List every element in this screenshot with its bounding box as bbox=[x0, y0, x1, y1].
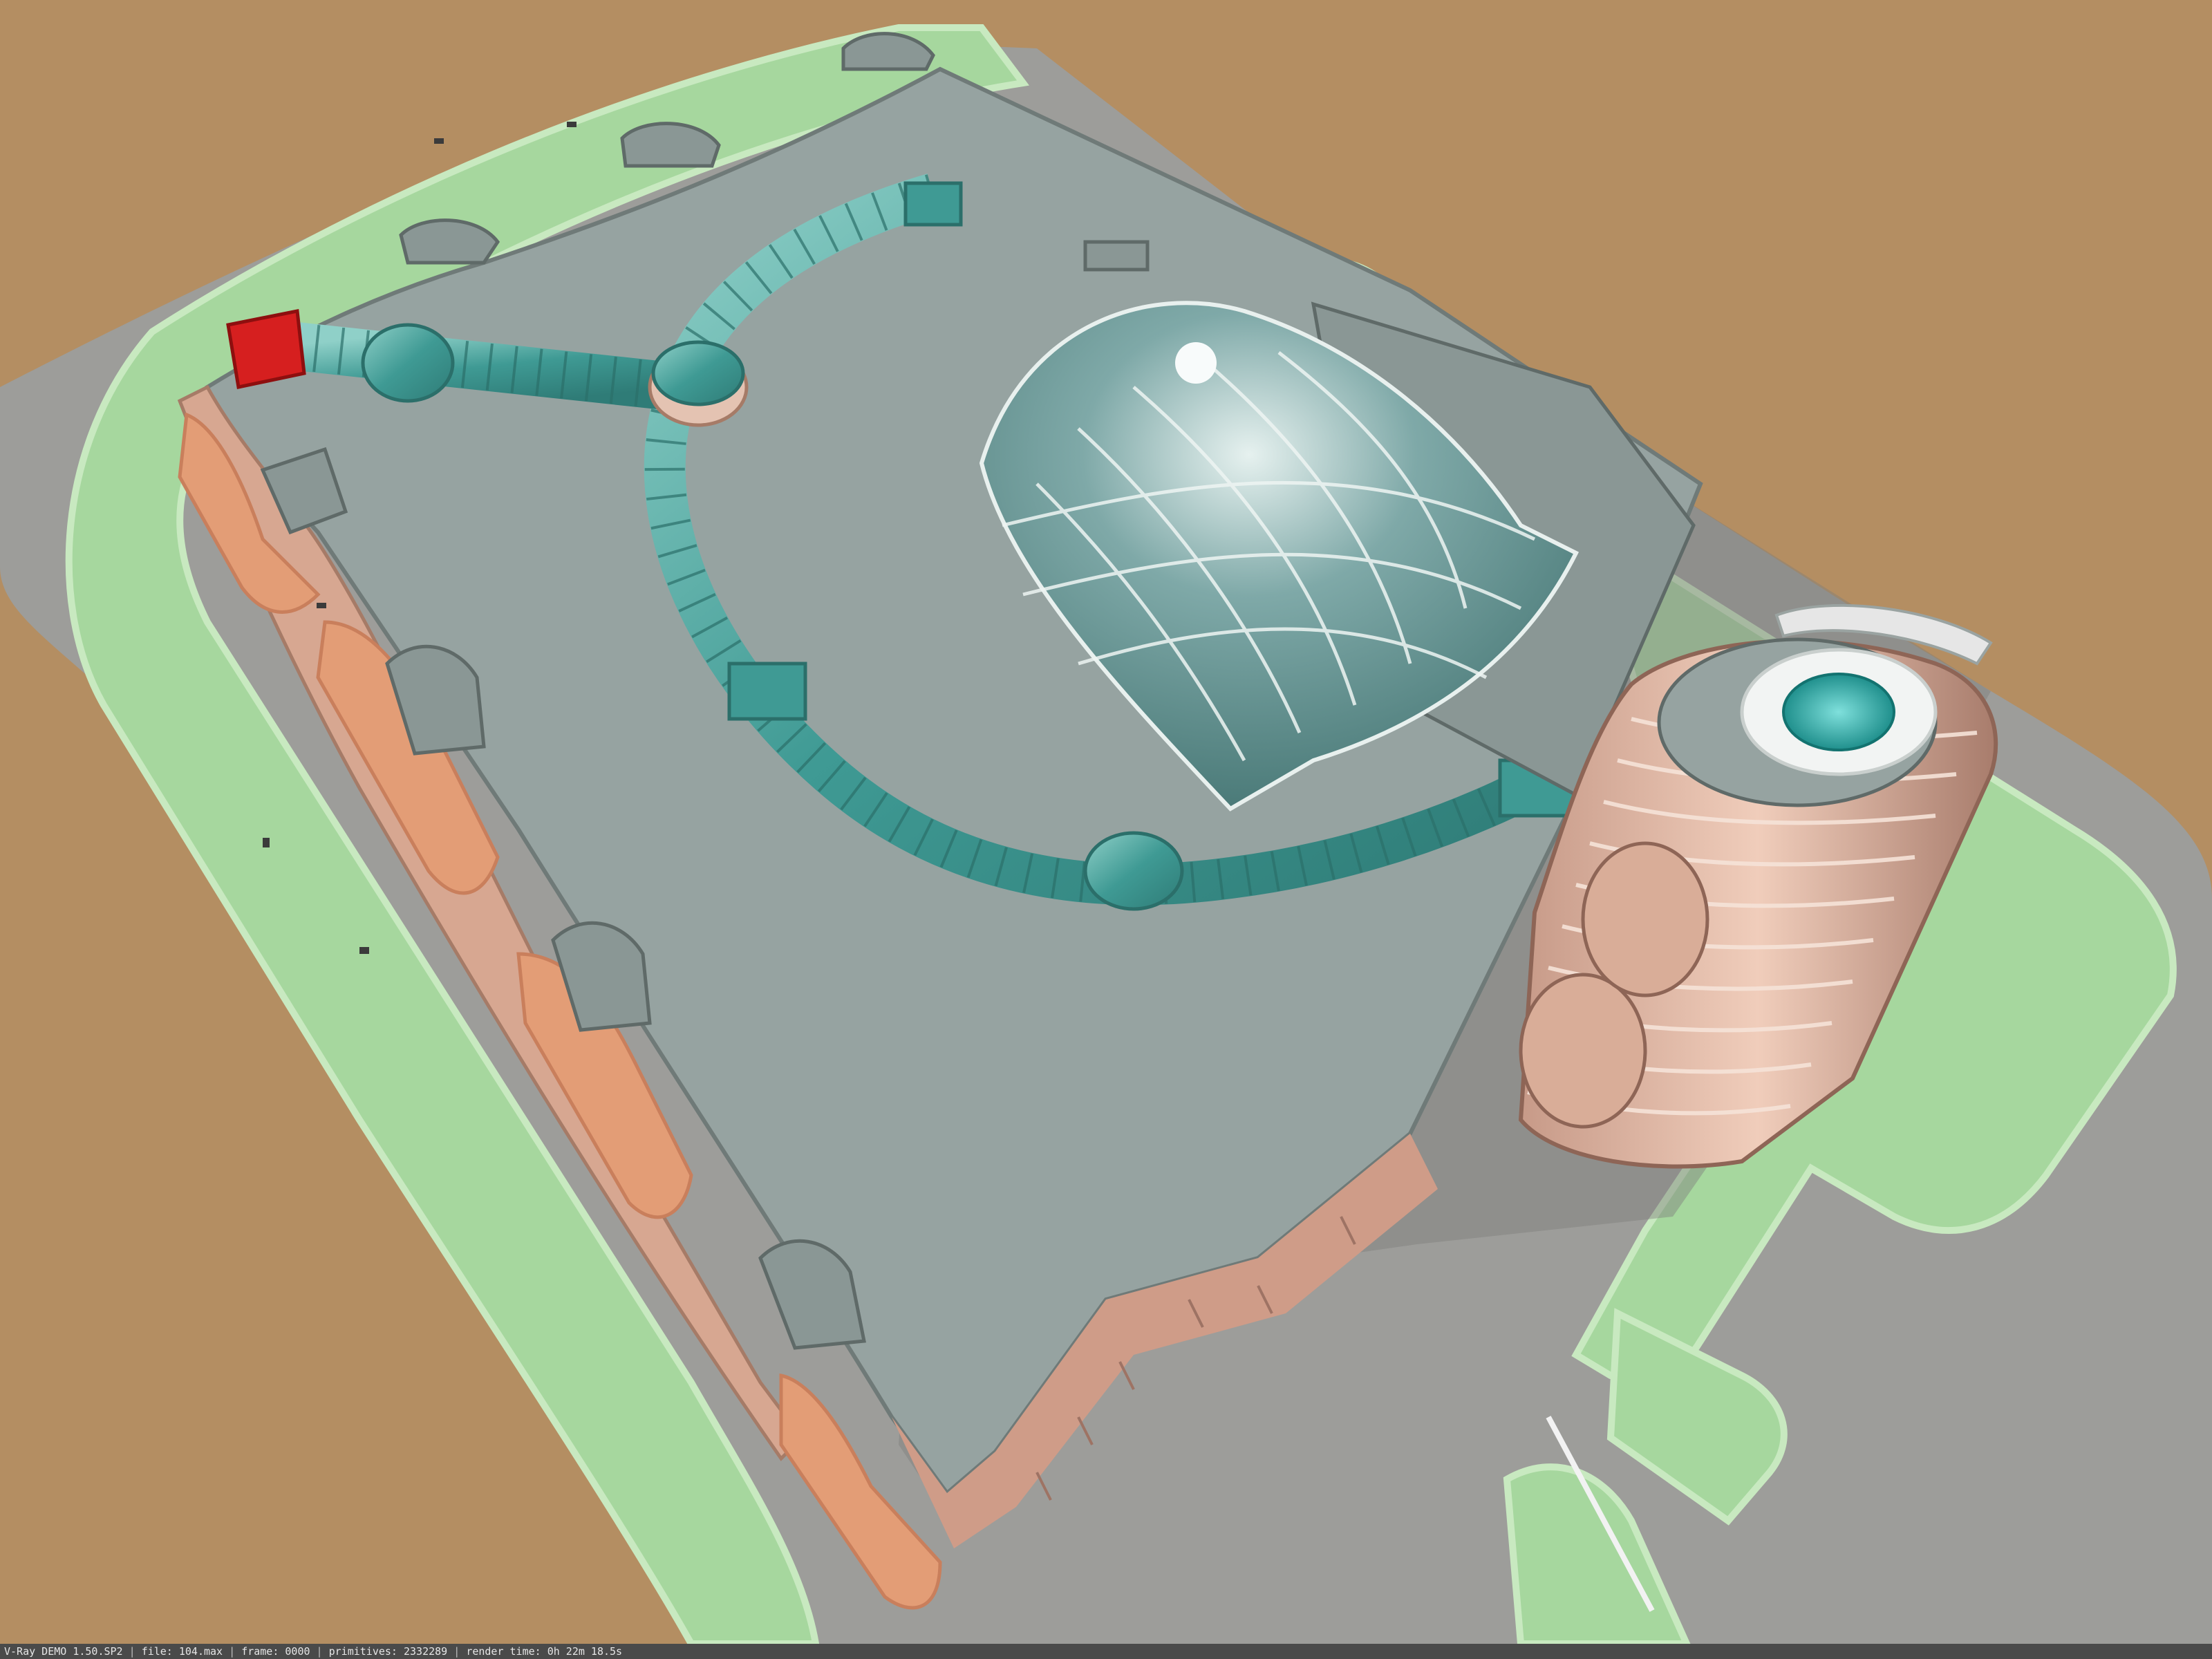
vault-oculus bbox=[1175, 342, 1217, 384]
file-label: file: 104.max bbox=[141, 1645, 223, 1658]
architectural-render-scene bbox=[0, 0, 2212, 1659]
tower-glass-cap bbox=[1782, 673, 1895, 751]
renderer-label: V-Ray DEMO 1.50.SP2 bbox=[4, 1645, 123, 1658]
render-time-label: render time: 0h 22m 18.5s bbox=[466, 1645, 623, 1658]
red-entrance-canopy bbox=[226, 309, 306, 389]
tower-cylinder-mid bbox=[1581, 841, 1709, 997]
render-status-bar: V-Ray DEMO 1.50.SP2 | file: 104.max | fr… bbox=[0, 1644, 2212, 1659]
primitives-label: primitives: 2332289 bbox=[328, 1645, 448, 1658]
frame-label: frame: 0000 bbox=[241, 1645, 310, 1658]
tower-cylinder-lower bbox=[1519, 973, 1647, 1129]
